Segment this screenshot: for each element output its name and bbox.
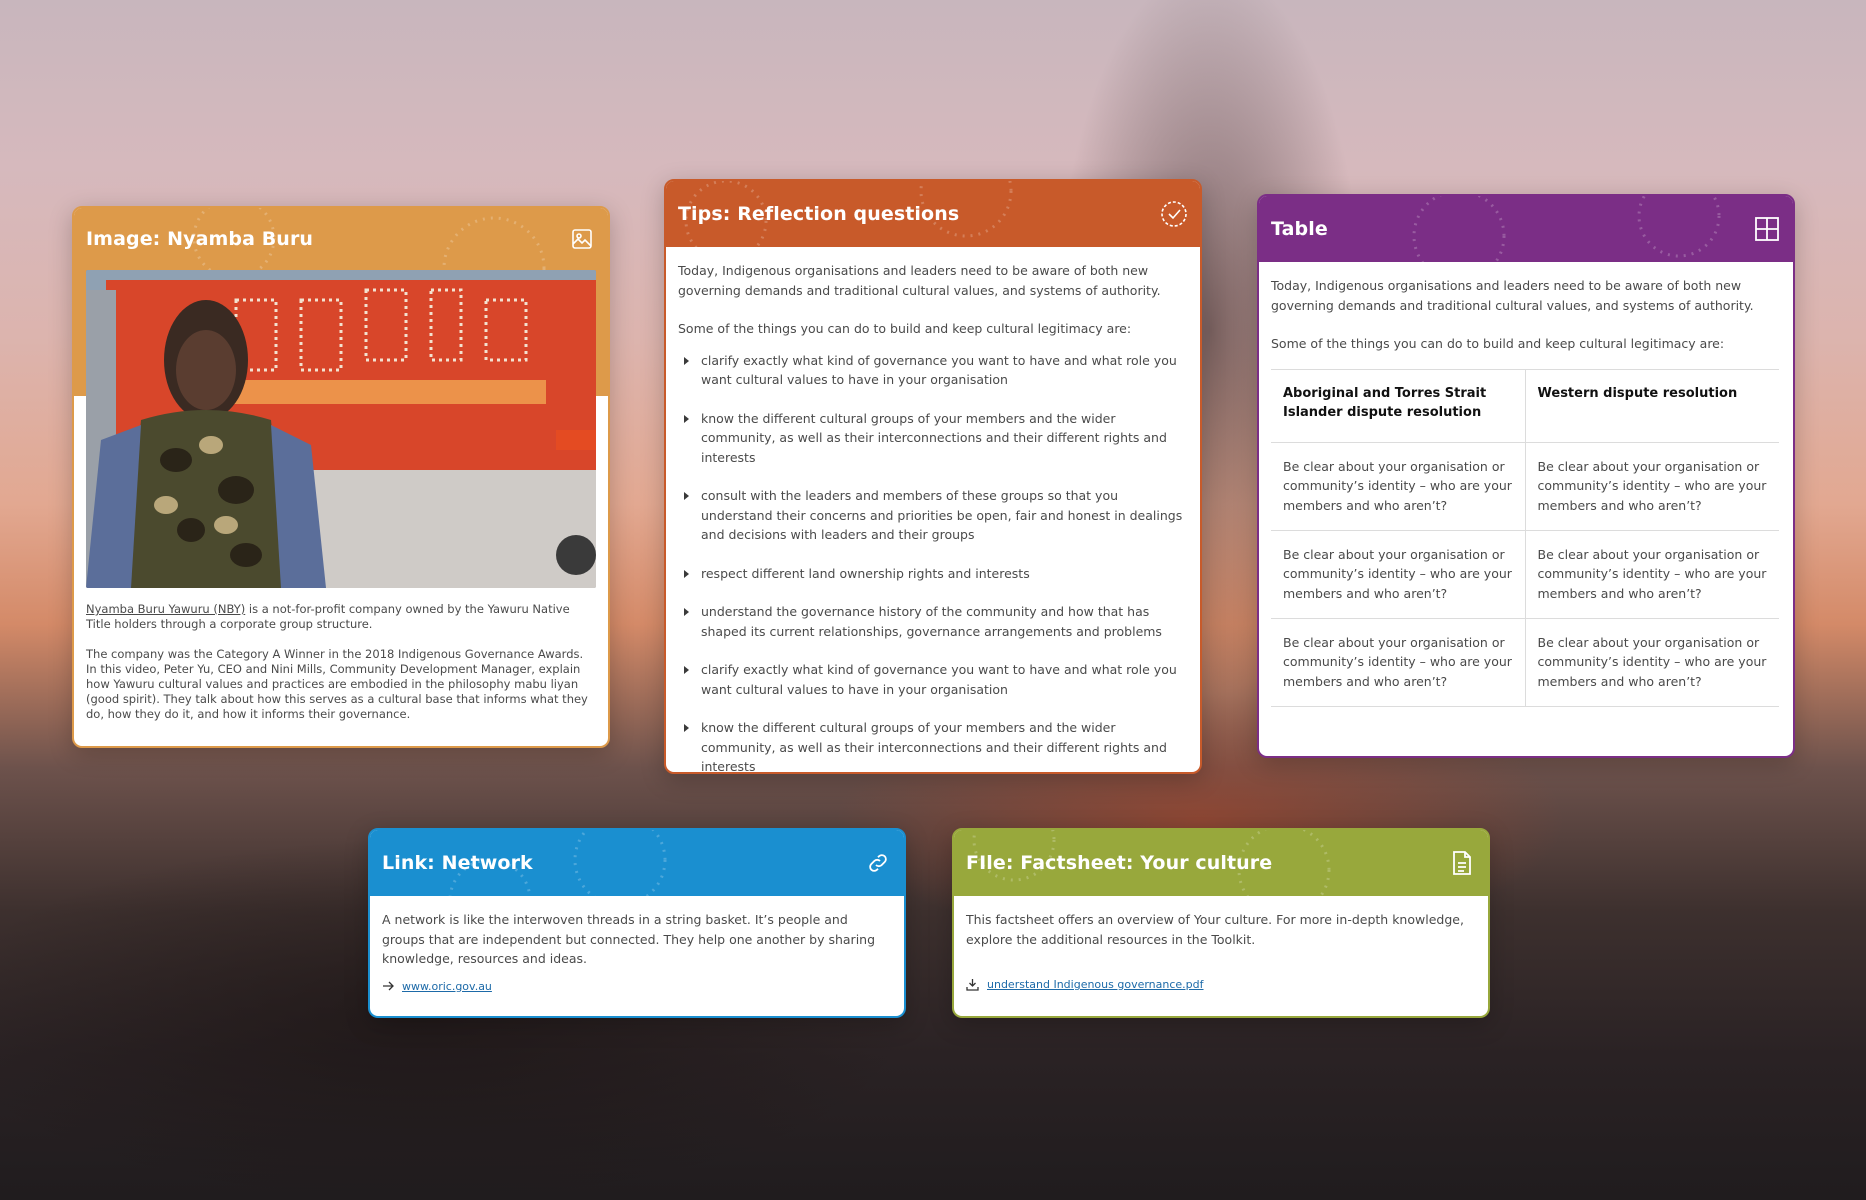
list-item: know the different cultural groups of yo… [678, 409, 1188, 468]
download-link-text[interactable]: understand Indigenous governance.pdf [987, 975, 1204, 995]
list-item: clarify exactly what kind of governance … [678, 351, 1188, 390]
tips-card-body: Today, Indigenous organisations and lead… [666, 247, 1200, 772]
table-header: Western dispute resolution [1524, 369, 1779, 443]
dispute-table: Aboriginal and Torres Strait Islander di… [1271, 369, 1779, 707]
table-cell: Be clear about your organisation or comm… [1271, 442, 1525, 531]
caption: Nyamba Buru Yawuru (NBY) is a not-for-pr… [86, 602, 596, 632]
check-circle-icon[interactable] [1160, 200, 1188, 228]
file-description: This factsheet offers an overview of You… [966, 912, 1464, 947]
link-card: Link: Network A network is like the inte… [368, 828, 906, 1018]
photo-illustration [86, 270, 596, 588]
tips-card-header: Tips: Reflection questions [666, 181, 1200, 247]
table-card-body: Today, Indigenous organisations and lead… [1259, 262, 1793, 721]
tips-intro: Today, Indigenous organisations and lead… [678, 263, 1161, 298]
card-title: Link: Network [382, 852, 533, 874]
description: The company was the Category A Winner in… [86, 647, 588, 721]
file-card: FIle: Factsheet: Your culture This facts… [952, 828, 1490, 1018]
table-cell: Be clear about your organisation or comm… [1271, 530, 1525, 619]
table-header: Aboriginal and Torres Strait Islander di… [1271, 369, 1525, 443]
tips-list: clarify exactly what kind of governance … [678, 351, 1188, 772]
image-card: Image: Nyamba Buru Nyamba Buru Yawuru (N… [72, 206, 610, 748]
table-cell: Be clear about your organisation or comm… [1524, 618, 1779, 707]
card-title: Tips: Reflection questions [678, 203, 960, 225]
link-icon[interactable] [864, 849, 892, 877]
link-card-body: A network is like the interwoven threads… [370, 896, 904, 1010]
image-card-body: Nyamba Buru Yawuru (NBY) is a not-for-pr… [74, 588, 608, 746]
grid-icon[interactable] [1753, 215, 1781, 243]
arrow-right-icon [383, 981, 394, 991]
table-cell: Be clear about your organisation or comm… [1524, 442, 1779, 531]
photo-nyamba-buru [86, 270, 596, 588]
list-item: understand the governance history of the… [678, 602, 1188, 641]
table-intro: Today, Indigenous organisations and lead… [1271, 278, 1754, 313]
link-text[interactable]: www.oric.gov.au [402, 977, 492, 997]
table-card-header: Table [1259, 196, 1793, 262]
image-card-header: Image: Nyamba Buru [74, 208, 608, 270]
card-title: Table [1271, 218, 1328, 240]
table-cell: Be clear about your organisation or comm… [1271, 618, 1525, 707]
card-title: Image: Nyamba Buru [86, 228, 314, 250]
table-row: Be clear about your organisation or comm… [1271, 530, 1779, 619]
table-header-row: Aboriginal and Torres Strait Islander di… [1271, 369, 1779, 443]
file-card-header: FIle: Factsheet: Your culture [954, 830, 1488, 896]
table-cell: Be clear about your organisation or comm… [1524, 530, 1779, 619]
caption-link[interactable]: Nyamba Buru Yawuru (NBY) [86, 602, 245, 616]
table-lead: Some of the things you can do to build a… [1271, 336, 1725, 351]
table-row: Be clear about your organisation or comm… [1271, 618, 1779, 707]
link-description: A network is like the interwoven threads… [382, 912, 876, 966]
list-item: clarify exactly what kind of governance … [678, 660, 1188, 699]
list-item: respect different land ownership rights … [678, 564, 1188, 584]
header-pattern [1412, 196, 1721, 262]
list-item: consult with the leaders and members of … [678, 486, 1188, 545]
document-icon[interactable] [1448, 849, 1476, 877]
list-item: know the different cultural groups of yo… [678, 718, 1188, 772]
file-card-body: This factsheet offers an overview of You… [954, 896, 1488, 1009]
link-card-header: Link: Network [370, 830, 904, 896]
image-icon[interactable] [568, 225, 596, 253]
table-row: Be clear about your organisation or comm… [1271, 442, 1779, 531]
external-link[interactable]: www.oric.gov.au [382, 977, 892, 997]
card-title: FIle: Factsheet: Your culture [966, 852, 1273, 874]
tips-card: Tips: Reflection questions Today, Indige… [664, 179, 1202, 774]
table-card: Table Today, Indigenous organisations an… [1257, 194, 1795, 758]
download-link[interactable]: understand Indigenous governance.pdf [966, 975, 1476, 995]
tips-lead: Some of the things you can do to build a… [678, 321, 1132, 336]
download-icon [966, 979, 979, 991]
